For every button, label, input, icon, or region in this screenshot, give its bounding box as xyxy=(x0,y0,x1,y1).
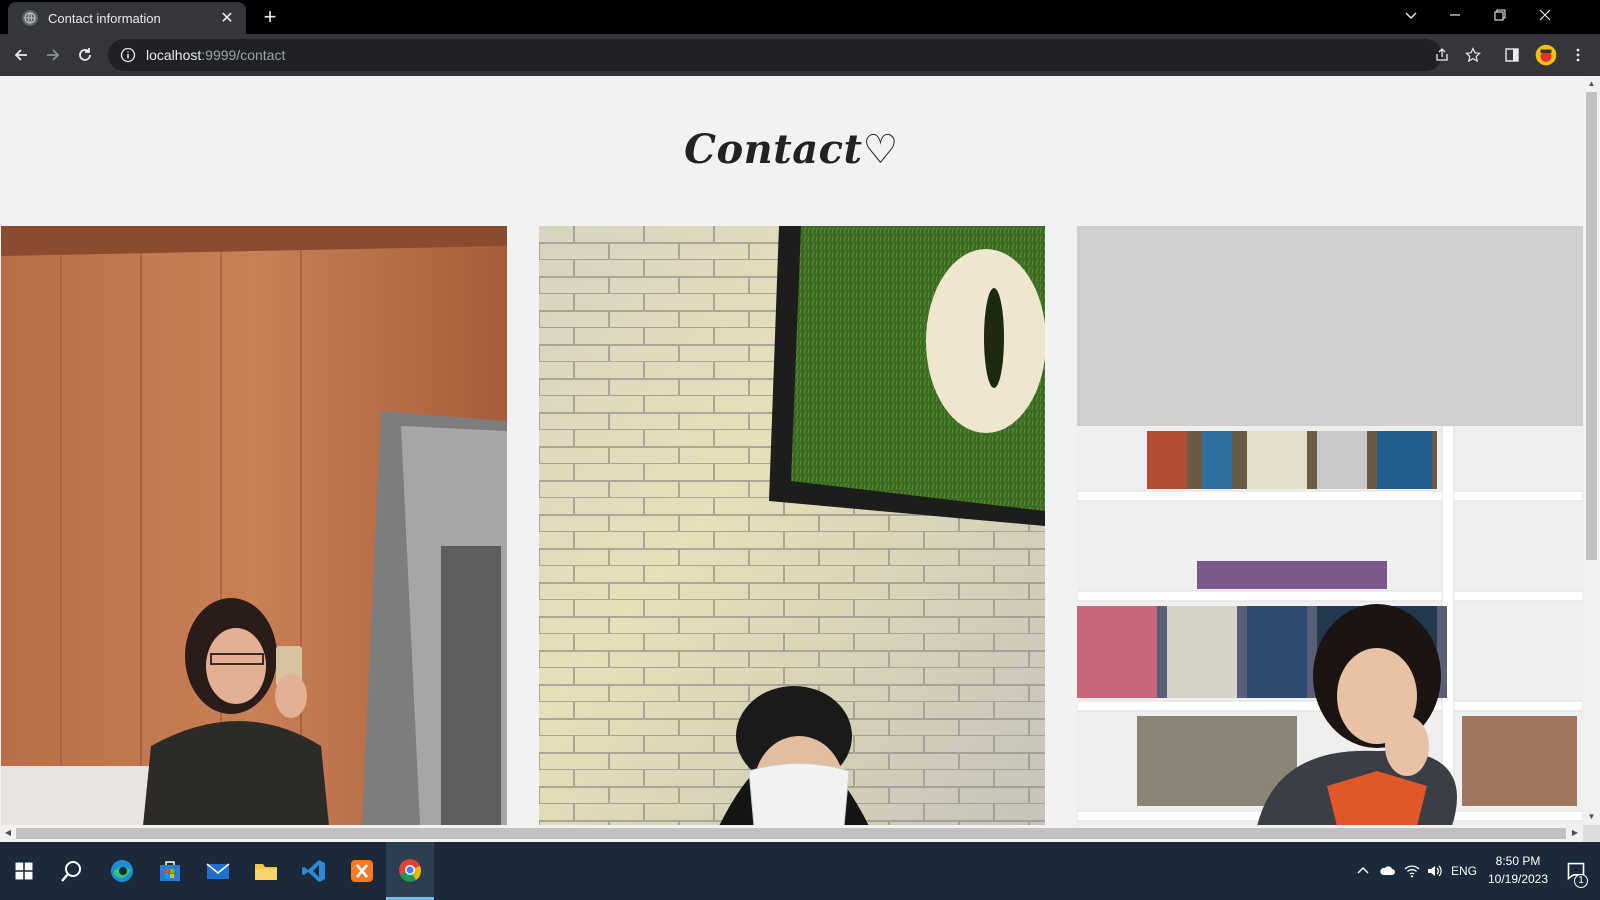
contact-photo-2[interactable] xyxy=(539,226,1045,842)
tab-title: Contact information xyxy=(48,10,161,26)
xampp-icon[interactable] xyxy=(338,842,386,900)
share-icon[interactable] xyxy=(1426,39,1458,71)
search-icon[interactable] xyxy=(48,842,96,900)
onedrive-cloud-icon[interactable] xyxy=(1376,842,1398,900)
close-window-icon[interactable] xyxy=(1522,0,1568,30)
mail-icon[interactable] xyxy=(194,842,242,900)
start-windows-icon[interactable] xyxy=(0,842,48,900)
tab-strip: Contact information ✕ + xyxy=(0,0,1600,34)
scrollbar-corner xyxy=(1583,825,1600,842)
contact-photo-3[interactable] xyxy=(1077,226,1583,842)
photo-person-bookshelf-icon xyxy=(1077,226,1583,842)
vertical-scrollbar[interactable]: ▲ ▼ xyxy=(1583,76,1600,825)
scroll-left-icon[interactable]: ◀ xyxy=(2,827,14,839)
clock-date: 10/19/2023 xyxy=(1487,872,1549,886)
restore-icon[interactable] xyxy=(1477,0,1523,30)
scroll-up-icon[interactable]: ▲ xyxy=(1586,78,1597,90)
scroll-down-icon[interactable]: ▼ xyxy=(1586,811,1597,823)
browser-tab[interactable]: Contact information ✕ xyxy=(8,2,246,34)
windows-taskbar: ENG 8:50 PM 10/19/2023 1 xyxy=(0,842,1600,900)
vertical-scroll-thumb[interactable] xyxy=(1586,92,1597,560)
wifi-icon[interactable] xyxy=(1401,842,1423,900)
contact-photo-1[interactable] xyxy=(1,226,507,842)
horizontal-scroll-thumb[interactable] xyxy=(16,828,1566,839)
browser-toolbar: localhost:9999/contact xyxy=(0,34,1600,76)
url-path: :9999/contact xyxy=(201,47,286,63)
scroll-right-icon[interactable]: ▶ xyxy=(1569,827,1581,839)
system-clock[interactable]: 8:50 PM 10/19/2023 xyxy=(1478,852,1558,888)
edge-browser-icon[interactable] xyxy=(98,842,146,900)
notification-count-badge: 1 xyxy=(1574,874,1588,888)
browser-menu-icon[interactable] xyxy=(1562,39,1594,71)
tab-search-icon[interactable] xyxy=(1388,0,1434,30)
language-label: ENG xyxy=(1450,864,1477,878)
url-host: localhost xyxy=(146,47,202,63)
url-text: localhost:9999/contact xyxy=(146,47,285,63)
globe-icon xyxy=(22,10,38,26)
chrome-taskbar-icon[interactable] xyxy=(386,842,434,900)
photo-person-brick-wall-icon xyxy=(539,226,1045,842)
vscode-icon[interactable] xyxy=(290,842,338,900)
page-title: Contact♡ xyxy=(684,126,899,173)
bookmark-star-icon[interactable] xyxy=(1457,39,1489,71)
profile-avatar-icon[interactable] xyxy=(1530,39,1562,71)
tab-close-icon[interactable]: ✕ xyxy=(218,8,236,28)
clock-time: 8:50 PM xyxy=(1495,854,1541,868)
notification-center-icon[interactable]: 1 xyxy=(1558,842,1594,900)
photo-person-mirror-selfie-icon xyxy=(1,226,507,842)
forward-arrow-icon[interactable] xyxy=(39,41,67,69)
volume-icon[interactable] xyxy=(1423,842,1445,900)
page-viewport: Contact♡ ▲ ▼ ◀ ▶ xyxy=(0,76,1600,842)
reload-icon[interactable] xyxy=(71,41,99,69)
side-panel-icon[interactable] xyxy=(1496,39,1528,71)
new-tab-button[interactable]: + xyxy=(258,5,282,29)
horizontal-scrollbar[interactable]: ◀ ▶ xyxy=(0,825,1583,842)
address-bar[interactable]: localhost:9999/contact xyxy=(108,39,1442,71)
store-icon[interactable] xyxy=(146,842,194,900)
file-explorer-icon[interactable] xyxy=(242,842,290,900)
language-indicator[interactable]: ENG xyxy=(1448,842,1480,900)
back-arrow-icon[interactable] xyxy=(7,41,35,69)
tray-overflow-chevron-icon[interactable] xyxy=(1353,842,1373,900)
minimize-icon[interactable] xyxy=(1432,0,1478,30)
site-info-icon[interactable] xyxy=(120,47,136,63)
